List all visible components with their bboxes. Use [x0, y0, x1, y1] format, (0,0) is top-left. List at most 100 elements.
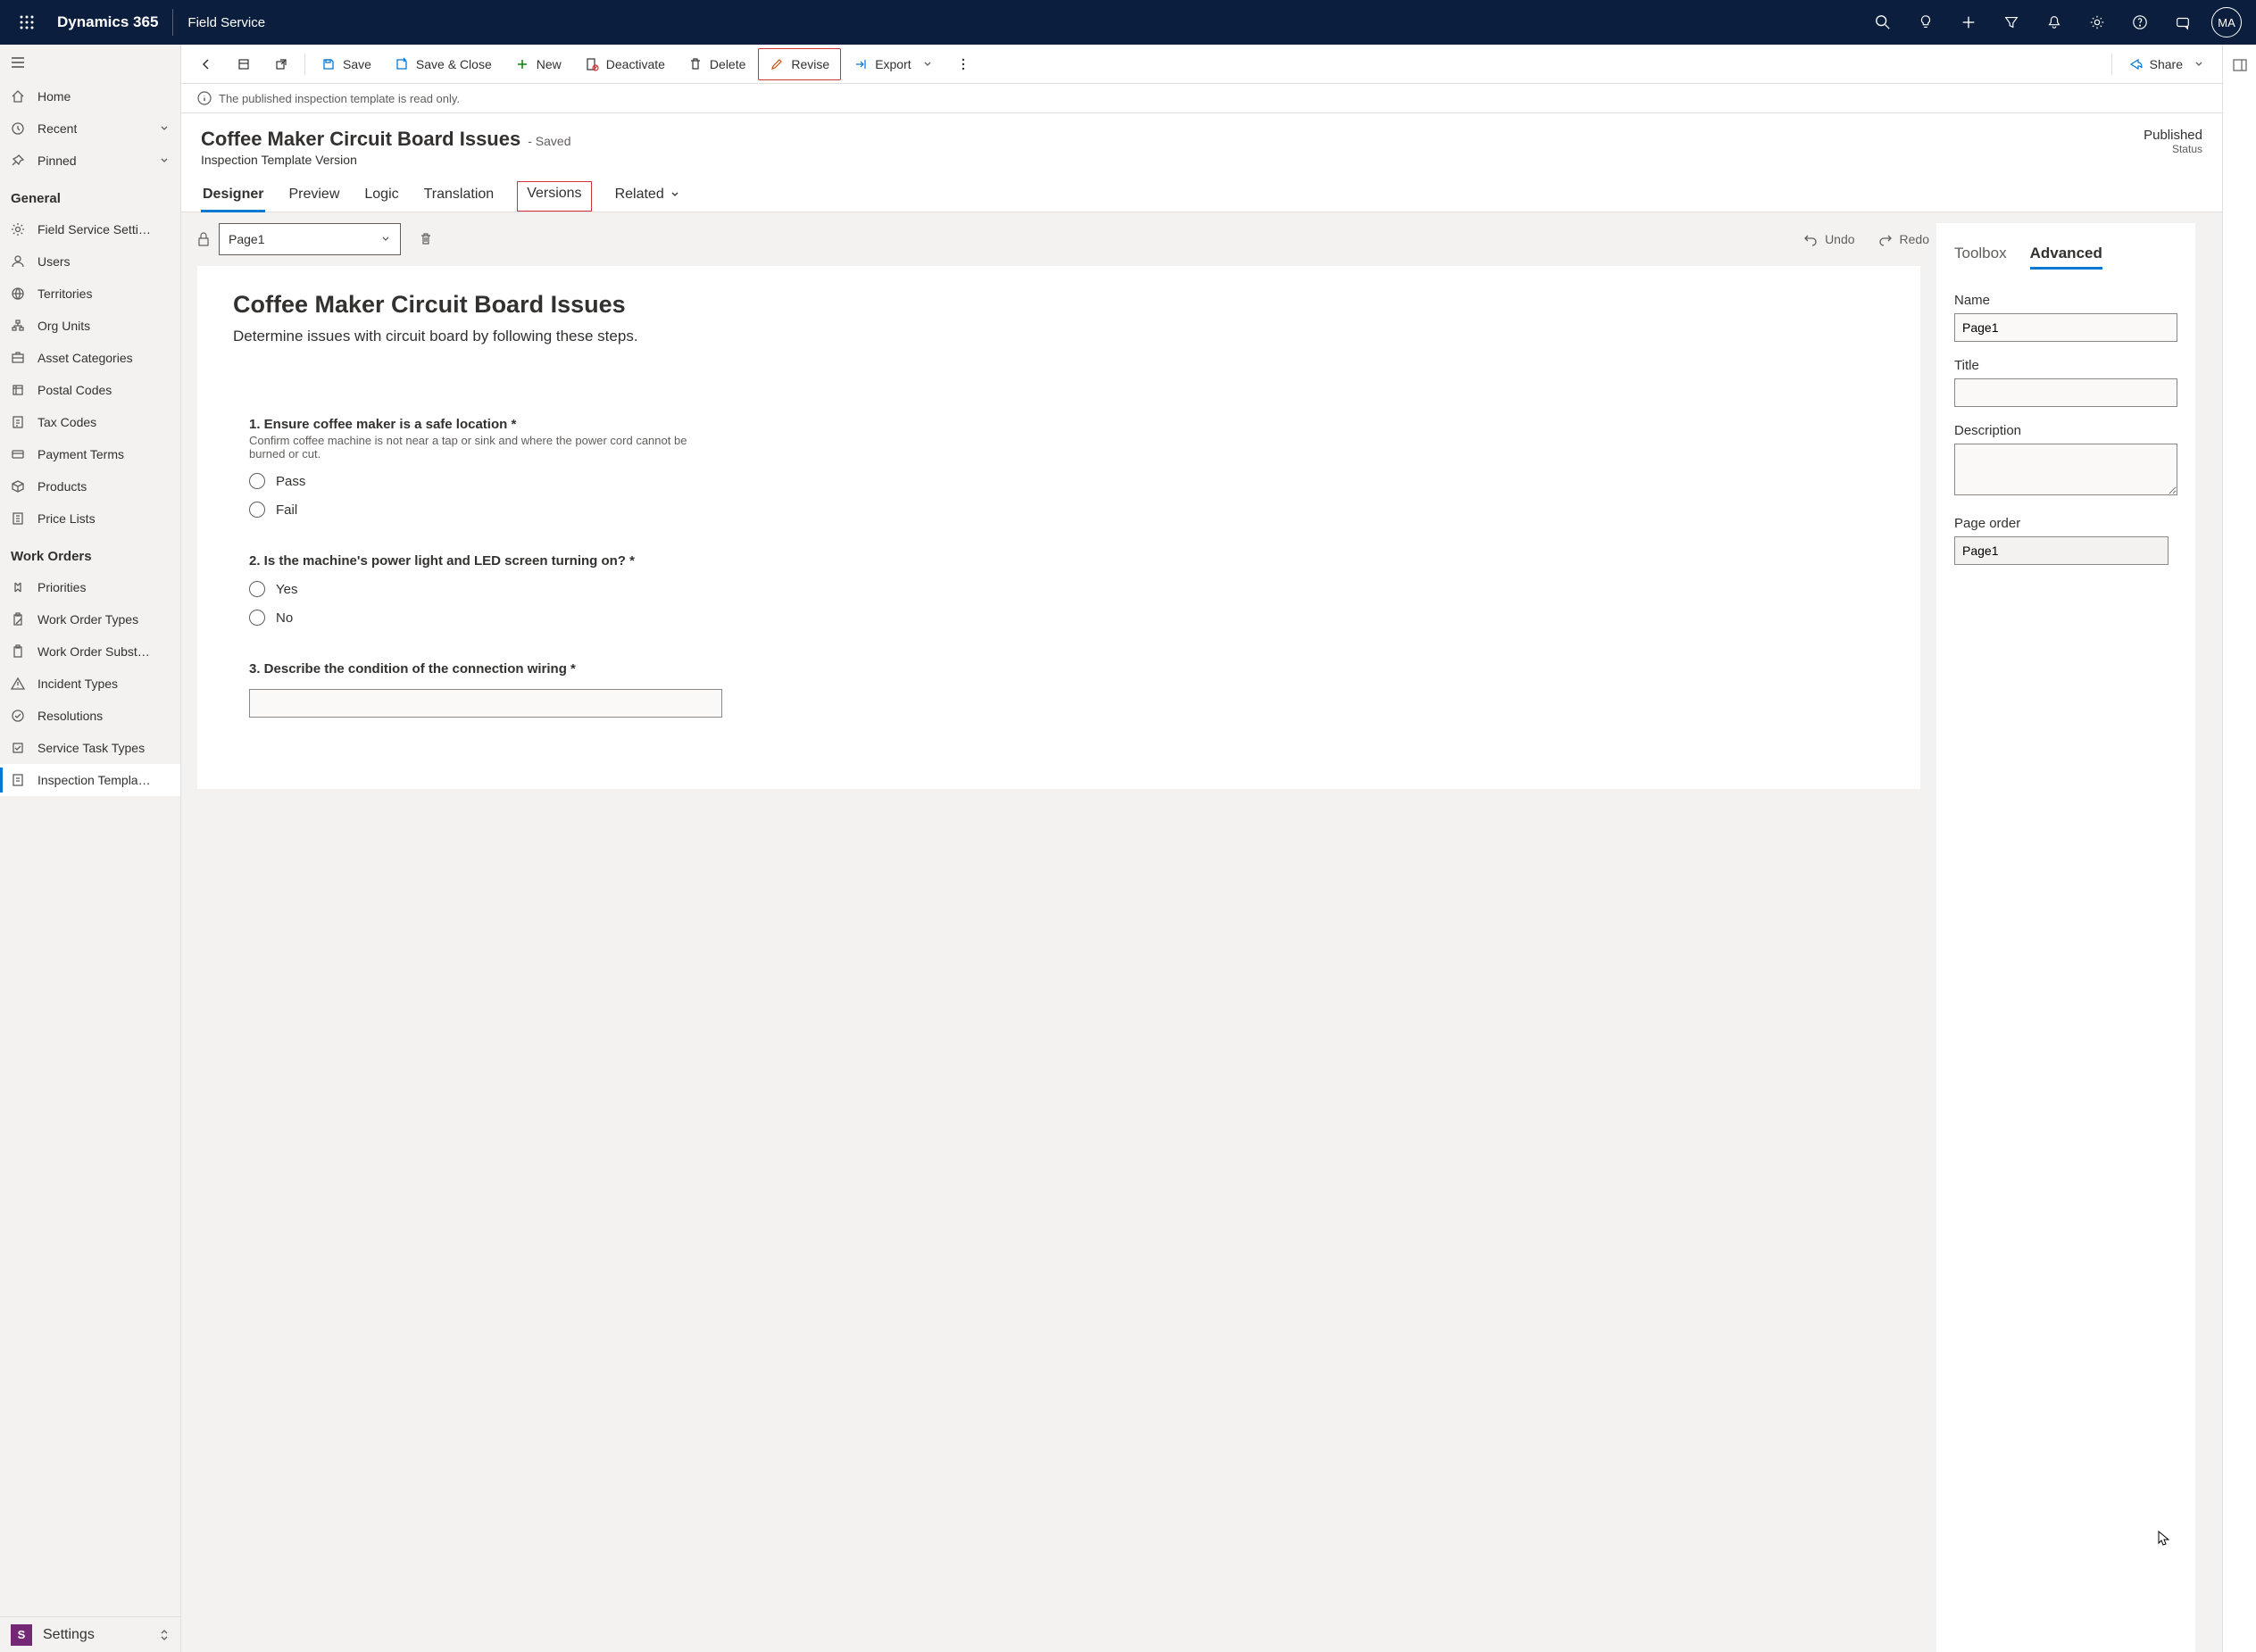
- hamburger-toggle[interactable]: [0, 45, 180, 80]
- nav-price-lists[interactable]: Price Lists: [0, 502, 180, 535]
- share-icon: [2128, 57, 2143, 71]
- nav-field-service-settings[interactable]: Field Service Setti…: [0, 213, 180, 245]
- priority-icon: [11, 580, 25, 594]
- overflow-button[interactable]: [945, 48, 981, 80]
- nav-label: Products: [37, 479, 87, 494]
- deactivate-button[interactable]: Deactivate: [574, 48, 676, 80]
- panel-tab-toolbox[interactable]: Toolbox: [1954, 245, 2007, 270]
- nav-postal-codes[interactable]: Postal Codes: [0, 374, 180, 406]
- nav-products[interactable]: Products: [0, 470, 180, 502]
- cmd-label: Export: [875, 57, 911, 71]
- popup-button[interactable]: [263, 48, 299, 80]
- undo-button[interactable]: Undo: [1796, 232, 1861, 246]
- radio-label: Pass: [276, 474, 305, 489]
- panel-tab-advanced[interactable]: Advanced: [2030, 245, 2102, 270]
- cmd-label: Share: [2150, 57, 2183, 71]
- related-pane-toggle[interactable]: [2232, 57, 2248, 73]
- saved-indicator: - Saved: [528, 134, 570, 148]
- radio-option-pass[interactable]: Pass: [249, 473, 1885, 489]
- delete-button[interactable]: Delete: [678, 48, 756, 80]
- title-input[interactable]: [1954, 378, 2177, 407]
- redo-button[interactable]: Redo: [1871, 232, 1936, 246]
- tab-designer[interactable]: Designer: [201, 181, 265, 212]
- radio-option-no[interactable]: No: [249, 610, 1885, 626]
- tab-label: Related: [615, 187, 664, 203]
- gear-icon[interactable]: [2076, 0, 2119, 45]
- nav-recent[interactable]: Recent: [0, 112, 180, 145]
- tab-translation[interactable]: Translation: [422, 181, 496, 212]
- nav-label: Resolutions: [37, 709, 103, 723]
- record-header: Coffee Maker Circuit Board Issues - Save…: [181, 113, 2222, 167]
- side-rail: [2222, 45, 2256, 1652]
- nav-label: Incident Types: [37, 677, 118, 691]
- nav-org-units[interactable]: Org Units: [0, 310, 180, 342]
- nav-payment-terms[interactable]: Payment Terms: [0, 438, 180, 470]
- nav-tax-codes[interactable]: Tax Codes: [0, 406, 180, 438]
- pencil-icon: [770, 57, 784, 71]
- tab-preview[interactable]: Preview: [287, 181, 341, 212]
- delete-page-button[interactable]: [410, 223, 442, 255]
- nav-resolutions[interactable]: Resolutions: [0, 700, 180, 732]
- nav-inspection-templates[interactable]: Inspection Templa…: [0, 764, 180, 796]
- save-close-icon: [395, 57, 409, 71]
- save-button[interactable]: Save: [311, 48, 382, 80]
- tab-related[interactable]: Related: [613, 181, 682, 212]
- nav-incident-types[interactable]: Incident Types: [0, 668, 180, 700]
- nav-section-general: General: [0, 177, 180, 213]
- clipboard-icon: [11, 644, 25, 659]
- revise-button[interactable]: Revise: [758, 48, 841, 80]
- new-button[interactable]: New: [504, 48, 572, 80]
- tab-versions[interactable]: Versions: [517, 181, 591, 212]
- app-name-label[interactable]: Field Service: [177, 15, 276, 30]
- area-badge: S: [11, 1624, 32, 1646]
- nav-asset-categories[interactable]: Asset Categories: [0, 342, 180, 374]
- save-close-button[interactable]: Save & Close: [384, 48, 503, 80]
- lightbulb-icon[interactable]: [1904, 0, 1947, 45]
- nav-pinned[interactable]: Pinned: [0, 145, 180, 177]
- help-icon[interactable]: [2119, 0, 2161, 45]
- nav-priorities[interactable]: Priorities: [0, 571, 180, 603]
- question-text-input[interactable]: [249, 689, 722, 718]
- nav-territories[interactable]: Territories: [0, 278, 180, 310]
- page-selector[interactable]: Page1: [219, 223, 401, 255]
- area-switcher[interactable]: S Settings: [0, 1616, 180, 1652]
- avatar[interactable]: MA: [2211, 7, 2242, 37]
- avatar-initials: MA: [2218, 16, 2235, 29]
- export-icon: [853, 57, 868, 71]
- filter-icon[interactable]: [1990, 0, 2033, 45]
- warning-icon: [11, 677, 25, 691]
- export-button[interactable]: Export: [843, 48, 943, 80]
- question-title: 3. Describe the condition of the connect…: [249, 661, 1885, 677]
- home-icon: [11, 89, 25, 104]
- radio-option-fail[interactable]: Fail: [249, 502, 1885, 518]
- radio-option-yes[interactable]: Yes: [249, 581, 1885, 597]
- bell-icon[interactable]: [2033, 0, 2076, 45]
- question-1[interactable]: 1. Ensure coffee maker is a safe locatio…: [249, 417, 1885, 518]
- org-icon: [11, 319, 25, 333]
- plus-icon[interactable]: [1947, 0, 1990, 45]
- nav-work-order-subst[interactable]: Work Order Subst…: [0, 635, 180, 668]
- canvas-description: Determine issues with circuit board by f…: [233, 328, 1885, 345]
- name-input[interactable]: [1954, 313, 2177, 342]
- nav-home[interactable]: Home: [0, 80, 180, 112]
- nav-work-order-types[interactable]: Work Order Types: [0, 603, 180, 635]
- brand-label[interactable]: Dynamics 365: [46, 13, 169, 31]
- question-3[interactable]: 3. Describe the condition of the connect…: [249, 661, 1885, 718]
- open-record-set-button[interactable]: [226, 48, 262, 80]
- template-icon: [11, 773, 25, 787]
- back-button[interactable]: [188, 48, 224, 80]
- nav-users[interactable]: Users: [0, 245, 180, 278]
- canvas-scroll[interactable]: Coffee Maker Circuit Board Issues Determ…: [197, 266, 1936, 1652]
- app-launcher-icon[interactable]: [7, 0, 46, 45]
- canvas-title: Coffee Maker Circuit Board Issues: [233, 291, 1885, 319]
- nav-service-task-types[interactable]: Service Task Types: [0, 732, 180, 764]
- lock-icon: [197, 232, 210, 246]
- search-icon[interactable]: [1861, 0, 1904, 45]
- question-2[interactable]: 2. Is the machine's power light and LED …: [249, 553, 1885, 626]
- page-order-input[interactable]: [1954, 536, 2169, 565]
- tab-logic[interactable]: Logic: [362, 181, 400, 212]
- user-icon: [11, 254, 25, 269]
- assistant-icon[interactable]: [2161, 0, 2204, 45]
- share-button[interactable]: Share: [2118, 48, 2215, 80]
- description-input[interactable]: [1954, 444, 2177, 495]
